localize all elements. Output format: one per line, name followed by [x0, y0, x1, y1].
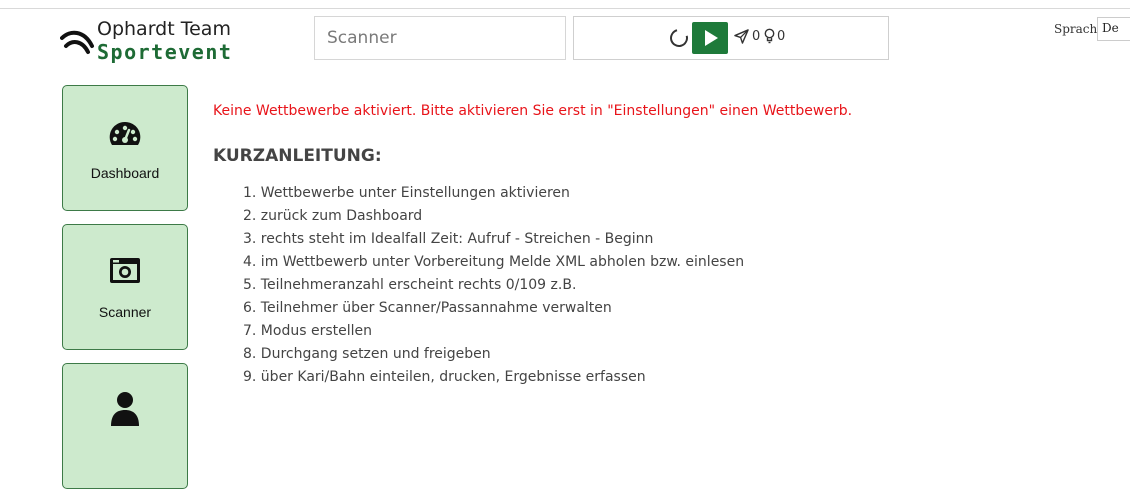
list-item: 8. Durchgang setzen und freigeben [243, 346, 491, 362]
list-item: 2. zurück zum Dashboard [243, 208, 423, 224]
reload-icon[interactable] [666, 25, 692, 51]
top-divider [0, 8, 1130, 9]
control-panel: 0 0 [573, 16, 889, 60]
send-count: 0 [752, 29, 761, 44]
play-button[interactable] [692, 22, 728, 54]
sidebar-item-dashboard[interactable]: Dashboard [62, 85, 188, 211]
list-item: 4. im Wettbewerb unter Vorbereitung Meld… [243, 254, 745, 270]
sidebar-item-label: Scanner [98, 304, 152, 320]
logo-text-top: Ophardt Team [97, 18, 231, 40]
sidebar-item-label: Dashboard [90, 165, 160, 181]
tachometer-icon [63, 120, 187, 154]
sidebar-item-scanner[interactable]: Scanner [62, 224, 188, 350]
list-item: 7. Modus erstellen [243, 323, 372, 339]
list-item: 3. rechts steht im Idealfall Zeit: Aufru… [243, 231, 654, 247]
logo[interactable]: Ophardt Team Sportevent [60, 16, 260, 66]
user-icon [63, 390, 187, 430]
sidebar-item-user[interactable] [62, 363, 188, 489]
list-item: 1. Wettbewerbe unter Einstellungen aktiv… [243, 185, 570, 201]
logo-text-bottom: Sportevent [97, 40, 233, 64]
list-item: 5. Teilnehmeranzahl erscheint rechts 0/1… [243, 277, 577, 293]
page-heading: KURZANLEITUNG: [213, 146, 382, 166]
scanner-input[interactable] [314, 16, 566, 60]
no-competition-warning: Keine Wettbewerbe aktiviert. Bitte aktiv… [213, 103, 853, 119]
send-icon[interactable] [734, 29, 749, 44]
camera-icon [63, 255, 187, 289]
bulb-count: 0 [777, 29, 786, 44]
list-item: 6. Teilnehmer über Scanner/Passannahme v… [243, 300, 612, 316]
list-item: 9. über Kari/Bahn einteilen, drucken, Er… [243, 369, 646, 385]
instruction-list: 1. Wettbewerbe unter Einstellungen aktiv… [243, 183, 744, 390]
language-select[interactable]: De [1097, 17, 1130, 41]
logo-swoosh-icon [60, 30, 94, 54]
lightbulb-icon[interactable] [764, 28, 775, 44]
